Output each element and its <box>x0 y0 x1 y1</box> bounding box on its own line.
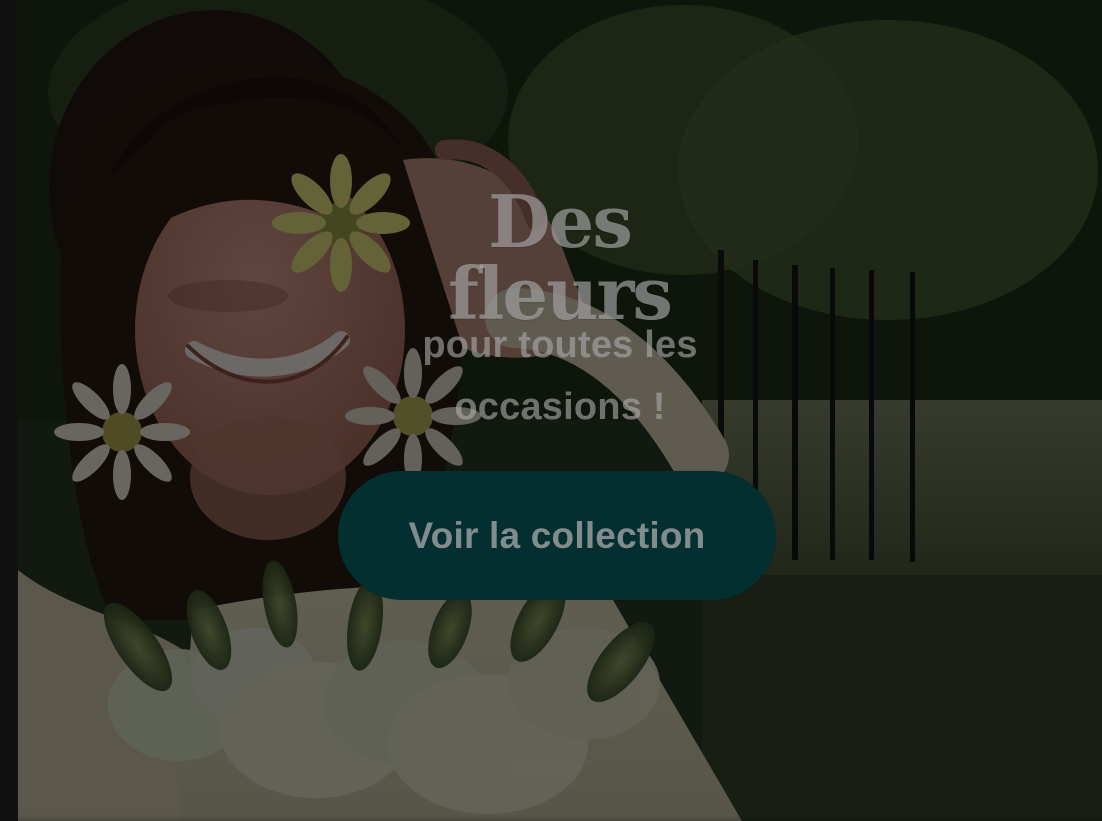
bottom-edge <box>18 815 1102 821</box>
hero-content: Des fleurs pour toutes les occasions ! V… <box>18 0 1102 821</box>
left-edge <box>0 0 18 821</box>
hero-title: Des fleurs <box>448 179 673 336</box>
hero-subtitle: pour toutes les occasions ! <box>422 324 698 428</box>
view-collection-button[interactable]: Voir la collection <box>338 471 776 600</box>
viewport: Des fleurs pour toutes les occasions ! V… <box>0 0 1102 821</box>
hero-banner: Des fleurs pour toutes les occasions ! V… <box>18 0 1102 821</box>
